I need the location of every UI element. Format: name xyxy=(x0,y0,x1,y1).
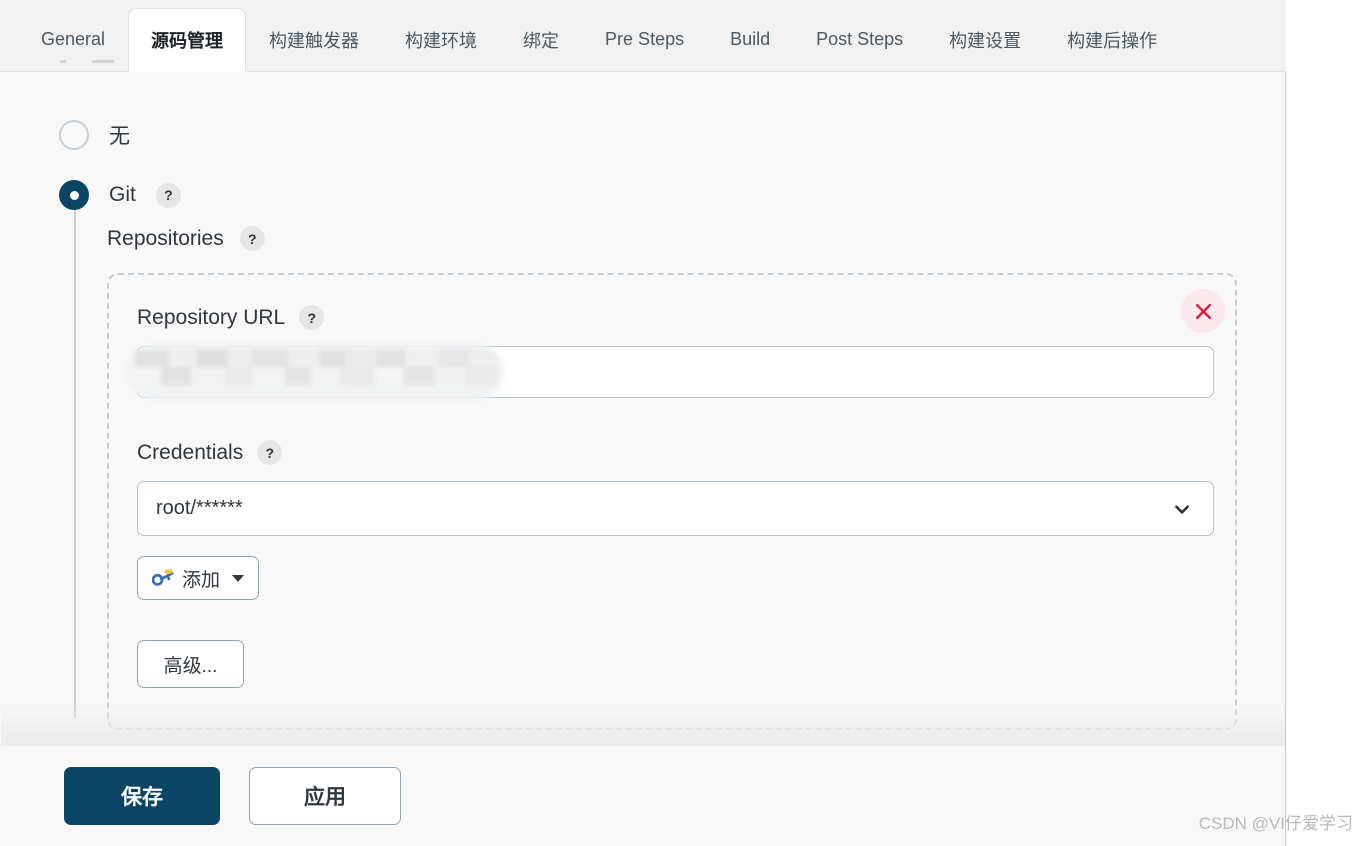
tab-build-settings[interactable]: 构建设置 xyxy=(926,7,1044,71)
tab-label: 源码管理 xyxy=(151,31,224,51)
advanced-button[interactable]: 高级... xyxy=(137,640,244,688)
tab-label: 绑定 xyxy=(523,30,560,51)
chevron-down-icon xyxy=(1175,505,1189,514)
credentials-label: Credentials ? xyxy=(137,440,1207,465)
tab-pre-steps[interactable]: Pre Steps xyxy=(582,7,707,71)
config-panel: General 源码管理 构建触发器 构建环境 绑定 Pre Steps Bui… xyxy=(0,0,1286,846)
nesting-guide-line xyxy=(74,210,76,718)
tab-bindings[interactable]: 绑定 xyxy=(500,7,582,71)
help-icon-git[interactable]: ? xyxy=(155,182,181,208)
help-icon-credentials[interactable]: ? xyxy=(257,440,283,465)
form-action-bar: 保存 应用 xyxy=(1,746,1285,845)
repository-url-label-text: Repository URL xyxy=(137,305,286,329)
tab-label: 构建触发器 xyxy=(269,30,360,51)
add-credentials-button[interactable]: 添加 xyxy=(137,556,260,600)
chevron-down-icon xyxy=(232,574,245,582)
tab-post-build[interactable]: 构建后操作 xyxy=(1044,7,1180,71)
advanced-button-label: 高级... xyxy=(163,655,218,677)
tab-label: Post Steps xyxy=(816,29,904,49)
tab-label: 构建后操作 xyxy=(1067,30,1158,51)
scm-option-none-row[interactable]: 无 xyxy=(1,120,1285,150)
git-config-block: Repositories ? Repository URL ? Credenti… xyxy=(74,210,1285,730)
watermark: CSDN @VI仔爱学习 xyxy=(1198,814,1353,833)
tab-post-steps[interactable]: Post Steps xyxy=(793,7,926,71)
repository-url-label: Repository URL ? xyxy=(137,305,1207,330)
credentials-selected-value: root/****** xyxy=(156,497,243,519)
repository-url-input[interactable]: .git xyxy=(127,344,1214,400)
scm-option-git-row[interactable]: Git ? xyxy=(1,180,1285,210)
redaction-overlay xyxy=(127,344,504,400)
tab-label: 构建设置 xyxy=(949,30,1022,51)
help-icon-repositories[interactable]: ? xyxy=(239,226,265,251)
add-credentials-label: 添加 xyxy=(182,569,221,591)
tab-scm[interactable]: 源码管理 xyxy=(128,8,247,72)
repositories-label-text: Repositories xyxy=(107,226,224,250)
scm-form-body: 无 Git ? Repositories ? Repository URL ? … xyxy=(1,73,1285,746)
save-button[interactable]: 保存 xyxy=(64,766,220,825)
config-tab-bar: General 源码管理 构建触发器 构建环境 绑定 Pre Steps Bui… xyxy=(0,0,1286,72)
credentials-select[interactable]: root/****** xyxy=(137,481,1214,536)
tab-build[interactable]: Build xyxy=(707,7,793,71)
credentials-field: Credentials ? root/****** 添加 xyxy=(137,440,1214,600)
credentials-label-text: Credentials xyxy=(137,440,244,464)
radio-none-label: 无 xyxy=(109,125,130,148)
jenkins-job-config-screen: General 源码管理 构建触发器 构建环境 绑定 Pre Steps Bui… xyxy=(0,0,1365,846)
radio-none[interactable] xyxy=(59,120,89,150)
tab-label: 构建环境 xyxy=(405,30,478,51)
radio-git[interactable] xyxy=(59,180,89,210)
apply-button[interactable]: 应用 xyxy=(249,766,401,825)
close-icon xyxy=(1195,303,1211,319)
tab-label: Build xyxy=(730,29,771,49)
repository-entry-box: Repository URL ? .git xyxy=(107,273,1237,730)
key-icon xyxy=(152,569,174,586)
help-icon-repository-url[interactable]: ? xyxy=(299,305,325,330)
tab-label: General xyxy=(41,29,106,49)
radio-git-label: Git xyxy=(109,183,136,206)
tab-label: Pre Steps xyxy=(605,29,685,49)
delete-repository-button[interactable] xyxy=(1181,289,1225,333)
repository-url-field: Repository URL ? .git xyxy=(127,305,1214,400)
repositories-section-label: Repositories ? xyxy=(107,226,1285,251)
